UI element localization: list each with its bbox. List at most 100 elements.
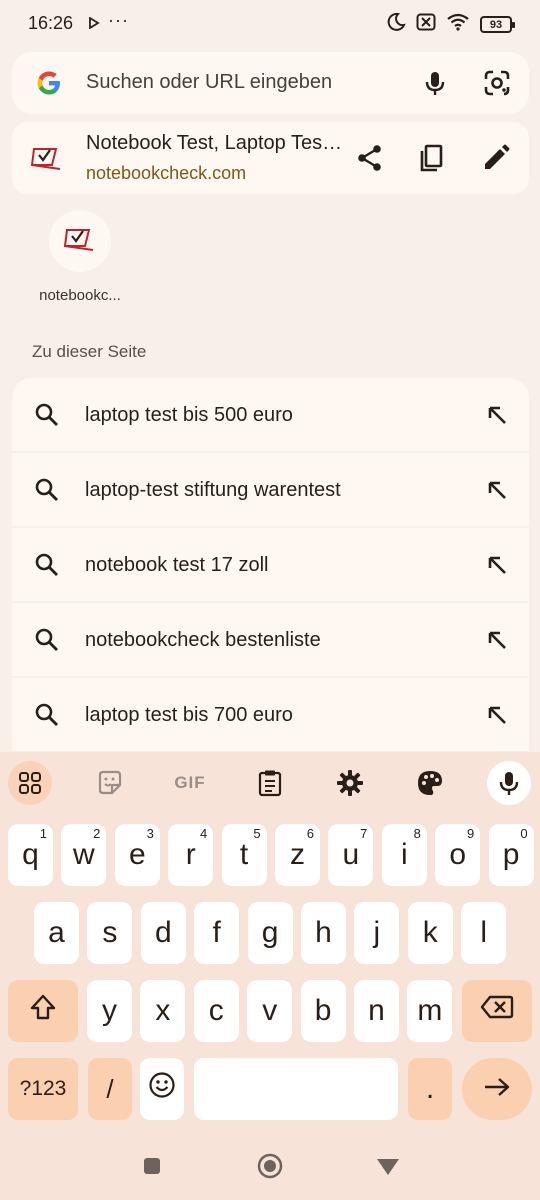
letter-key-s[interactable]: s	[87, 902, 133, 964]
search-icon	[34, 402, 60, 433]
letter-key-o[interactable]: o9	[435, 824, 481, 886]
omnibox[interactable]: Suchen oder URL eingeben	[12, 52, 529, 114]
emoji-key[interactable]	[140, 1058, 184, 1120]
microphone-icon[interactable]	[420, 68, 450, 103]
space-key[interactable]	[194, 1058, 398, 1120]
key-letter: p	[502, 838, 520, 871]
current-page-card[interactable]: Notebook Test, Laptop Test und News note…	[12, 122, 529, 194]
letter-key-r[interactable]: r4	[168, 824, 214, 886]
letter-key-m[interactable]: m	[407, 980, 453, 1042]
tile-label: notebookc...	[39, 287, 121, 304]
key-letter: e	[128, 838, 146, 871]
letter-key-q[interactable]: q1	[8, 824, 53, 886]
fill-query-arrow-icon[interactable]	[486, 629, 508, 656]
slash-key[interactable]: /	[88, 1058, 132, 1120]
suggestion-item[interactable]: laptop test bis 700 euro	[12, 678, 529, 751]
arrow-right-icon	[483, 1072, 511, 1106]
search-placeholder[interactable]: Suchen oder URL eingeben	[86, 71, 332, 94]
sticker-icon[interactable]	[88, 761, 132, 805]
letter-key-w[interactable]: w2	[61, 824, 107, 886]
fill-query-arrow-icon[interactable]	[486, 704, 508, 731]
no-sim-icon	[416, 13, 436, 36]
suggestion-item[interactable]: notebook test 17 zoll	[12, 528, 529, 601]
letter-key-d[interactable]: d	[140, 902, 186, 964]
enter-key[interactable]	[462, 1058, 532, 1120]
key-number-hint: 1	[39, 826, 47, 841]
suggestion-text: notebook test 17 zoll	[85, 554, 269, 576]
emoji-icon	[148, 1071, 176, 1107]
apps-grid-icon[interactable]	[8, 761, 52, 805]
notebookcheck-favicon-icon	[30, 143, 64, 178]
tile-favicon-circle[interactable]	[49, 210, 111, 272]
letter-key-n[interactable]: n	[354, 980, 399, 1042]
status-time: 16:26	[28, 13, 74, 33]
letter-key-z[interactable]: z6	[275, 824, 320, 886]
recents-square-icon[interactable]	[143, 1157, 161, 1180]
back-triangle-icon[interactable]	[376, 1158, 400, 1181]
home-circle-icon[interactable]	[257, 1153, 283, 1184]
media-play-icon	[88, 16, 100, 34]
shift-key[interactable]	[8, 980, 78, 1042]
key-number-hint: 2	[93, 826, 101, 841]
letter-key-h[interactable]: h	[301, 902, 346, 964]
letter-key-p[interactable]: p0	[488, 824, 534, 886]
letter-key-l[interactable]: l	[461, 902, 507, 964]
edit-icon[interactable]	[480, 142, 512, 179]
shift-icon	[28, 992, 58, 1030]
letter-key-f[interactable]: f	[194, 902, 240, 964]
microphone-icon[interactable]	[487, 761, 531, 805]
key-letter: w	[73, 838, 95, 871]
key-number-hint: 3	[146, 826, 154, 841]
suggestion-item[interactable]: laptop test bis 500 euro	[12, 378, 529, 451]
suggestion-item[interactable]: notebookcheck bestenliste	[12, 603, 529, 676]
letter-key-g[interactable]: g	[247, 902, 293, 964]
google-lens-icon[interactable]	[482, 68, 512, 103]
letter-key-v[interactable]: v	[247, 980, 293, 1042]
letter-key-k[interactable]: k	[407, 902, 453, 964]
suggestion-list: laptop test bis 500 euro laptop-test sti…	[12, 378, 529, 753]
most-visited-tile[interactable]: notebookc...	[30, 210, 130, 304]
settings-gear-icon[interactable]	[328, 761, 372, 805]
letter-key-i[interactable]: i8	[381, 824, 427, 886]
fill-query-arrow-icon[interactable]	[486, 404, 508, 431]
palette-icon[interactable]	[408, 761, 452, 805]
key-number-hint: 7	[360, 826, 368, 841]
period-key[interactable]: .	[408, 1058, 452, 1120]
letter-key-y[interactable]: y	[87, 980, 132, 1042]
key-number-hint: 4	[199, 826, 208, 841]
copy-icon[interactable]	[416, 142, 448, 179]
status-bar: 16:26 ··· 93	[0, 0, 540, 48]
letter-key-a[interactable]: a	[34, 902, 79, 964]
letter-key-u[interactable]: u7	[328, 824, 374, 886]
search-icon	[34, 627, 60, 658]
backspace-key[interactable]	[462, 980, 532, 1042]
key-number-hint: 6	[306, 826, 314, 841]
key-number-hint: 9	[466, 826, 475, 841]
share-icon[interactable]	[354, 142, 386, 179]
symbols-key[interactable]: ?123	[8, 1058, 78, 1120]
letter-key-j[interactable]: j	[354, 902, 400, 964]
section-title: Zu dieser Seite	[32, 342, 147, 361]
suggestion-item[interactable]: laptop-test stiftung warentest	[12, 453, 529, 526]
do-not-disturb-moon-icon	[386, 12, 406, 37]
letter-key-b[interactable]: b	[300, 980, 346, 1042]
clipboard-icon[interactable]	[248, 761, 292, 805]
fill-query-arrow-icon[interactable]	[486, 554, 508, 581]
search-icon	[34, 477, 60, 508]
key-letter: u	[342, 838, 360, 871]
search-icon	[34, 702, 60, 733]
gif-icon[interactable]: GIF	[168, 761, 212, 805]
page-url: notebookcheck.com	[86, 163, 247, 183]
letter-key-x[interactable]: x	[140, 980, 186, 1042]
letter-key-e[interactable]: e3	[114, 824, 160, 886]
key-letter: z	[290, 838, 305, 871]
keyboard-toolbar: GIF	[0, 752, 540, 814]
letter-key-t[interactable]: t5	[221, 824, 267, 886]
suggestion-text: laptop test bis 700 euro	[85, 704, 293, 726]
google-g-icon	[34, 68, 64, 98]
battery-icon: 93	[480, 16, 515, 33]
key-number-hint: 5	[253, 826, 261, 841]
fill-query-arrow-icon[interactable]	[486, 479, 508, 506]
letter-key-c[interactable]: c	[193, 980, 239, 1042]
system-navigation-bar	[0, 1132, 540, 1200]
